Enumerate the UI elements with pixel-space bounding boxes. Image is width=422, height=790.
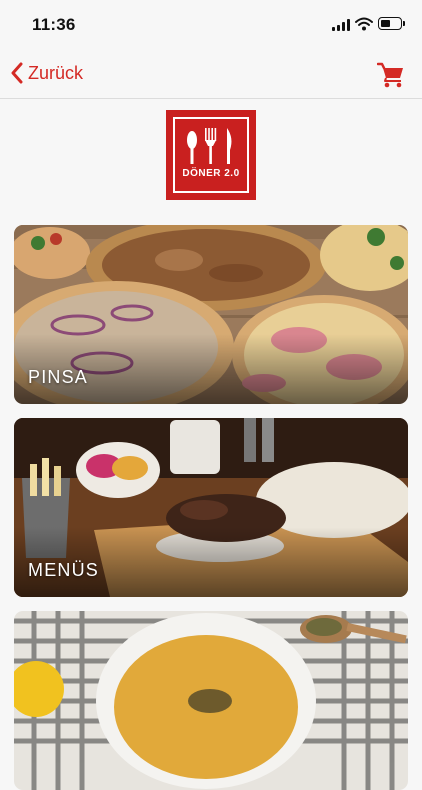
status-time: 11:36 xyxy=(32,15,76,34)
cutlery-icon xyxy=(187,128,232,164)
category-card-soup[interactable] xyxy=(14,611,408,790)
navigation-bar: Zurück xyxy=(0,50,422,99)
back-button-label: Zurück xyxy=(28,62,84,83)
cellular-signal-icon xyxy=(332,19,350,31)
brand-logo: DÖNER 2.0 xyxy=(166,110,256,200)
category-label-pinsa: PINSA xyxy=(28,367,89,387)
chevron-left-icon xyxy=(11,62,23,84)
category-card-menus[interactable]: MENÜS xyxy=(14,418,408,597)
shopping-cart-icon[interactable] xyxy=(377,62,405,88)
brand-logo-text: DÖNER 2.0 xyxy=(182,168,240,179)
category-card-pinsa[interactable]: PINSA xyxy=(14,225,408,404)
soup-image xyxy=(14,611,408,790)
wifi-icon xyxy=(355,17,373,31)
back-button[interactable]: Zurück xyxy=(10,62,83,84)
status-bar: 11:36 xyxy=(0,0,422,50)
battery-icon xyxy=(378,17,405,30)
category-label-menus: MENÜS xyxy=(28,560,100,580)
